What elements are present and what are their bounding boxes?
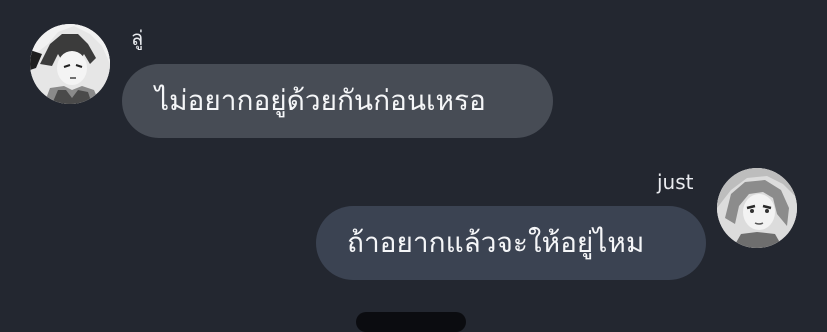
outgoing-message-bubble[interactable]: ถ้าอยากแล้วจะให้อยู่ไหม [316,206,706,280]
sender-avatar-right[interactable] [717,168,797,248]
bottom-pill-element[interactable] [356,312,466,332]
sender-avatar-left[interactable] [30,24,110,104]
incoming-message-bubble[interactable]: ไม่อยากอยู่ด้วยกันก่อนเหรอ [122,64,553,138]
sender-name-left: ลู่ [131,26,144,50]
sender-name-right: just [657,170,694,194]
avatar-left-image [30,24,110,104]
avatar-right-image [717,168,797,248]
